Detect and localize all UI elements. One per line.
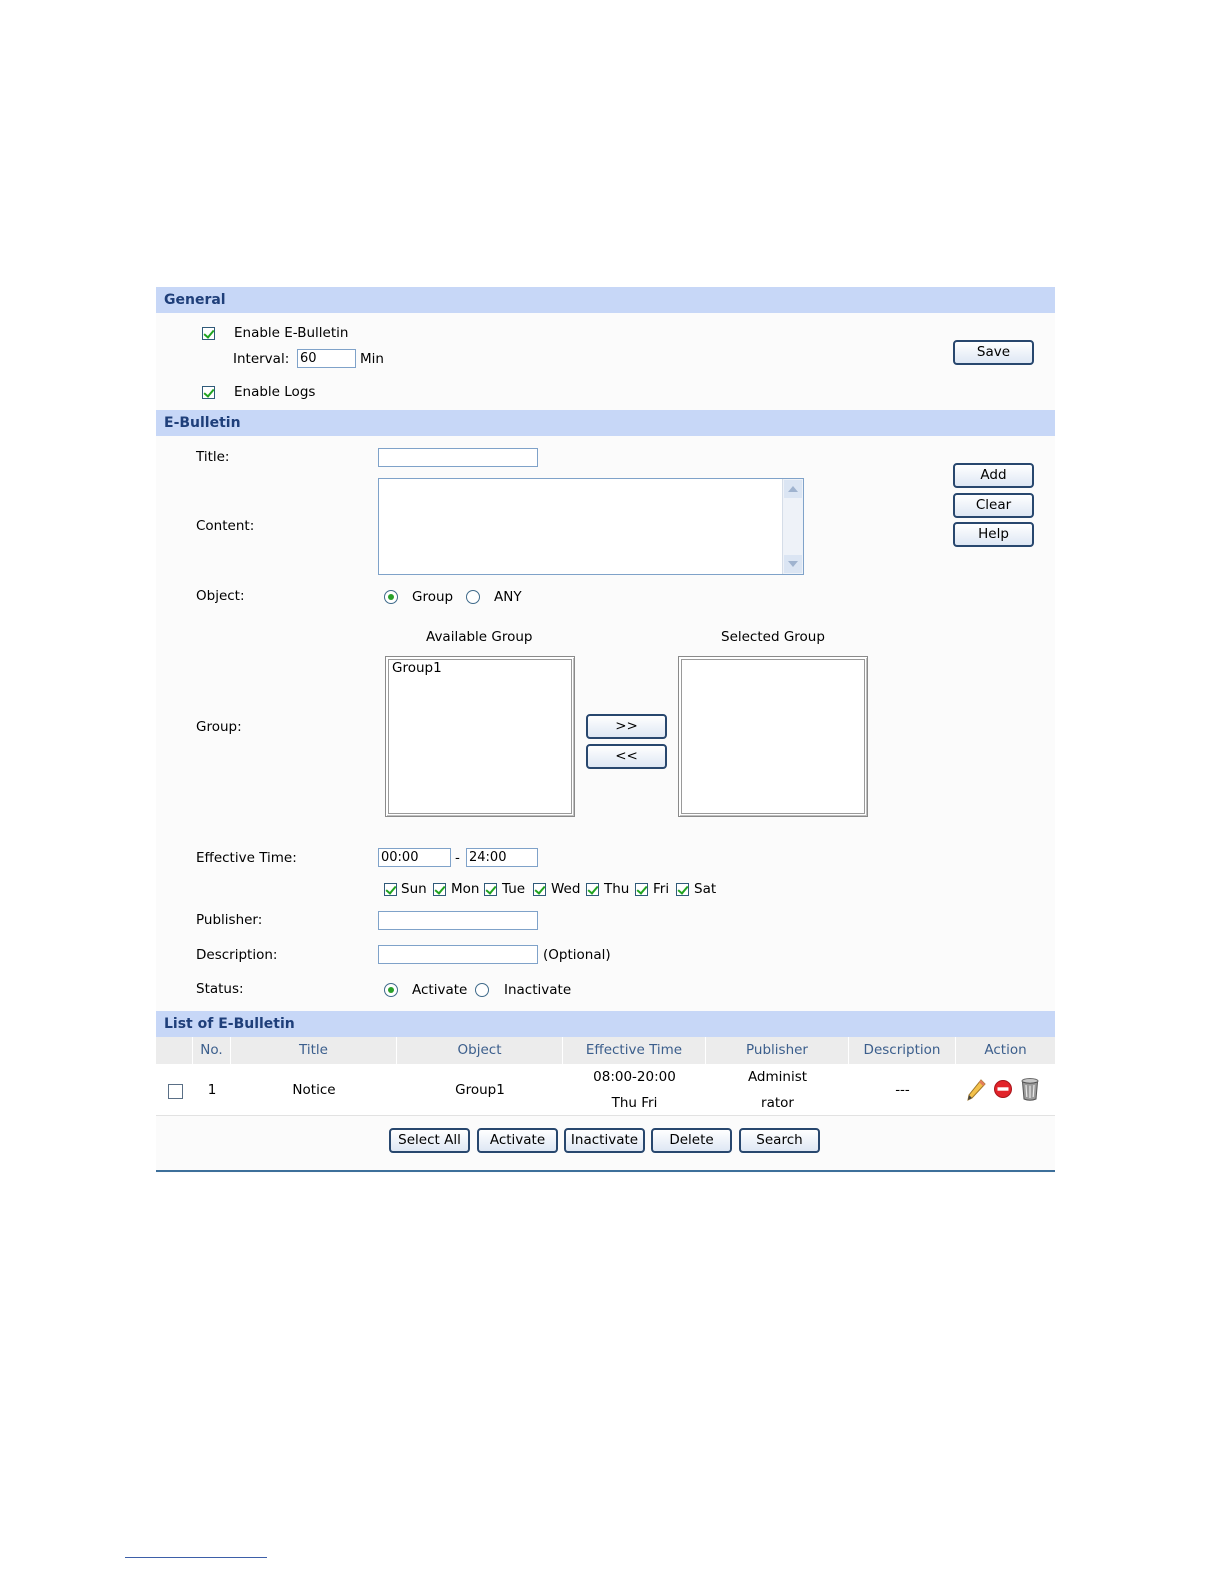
help-button[interactable]: Help (953, 522, 1034, 547)
object-any-label: ANY (494, 589, 522, 605)
clear-button[interactable]: Clear (953, 493, 1034, 518)
group-label: Group: (196, 719, 242, 735)
column-object: Object (397, 1037, 563, 1064)
day-wed-label: Wed (551, 881, 581, 897)
content-label: Content: (196, 518, 255, 534)
object-any-radio[interactable] (466, 590, 480, 604)
day-sat-label: Sat (694, 881, 717, 897)
edit-pencil-icon[interactable] (966, 1078, 988, 1102)
move-right-button[interactable]: >> (586, 714, 667, 739)
disable-icon[interactable] (993, 1079, 1013, 1099)
general-section-header: General (156, 287, 1055, 313)
row-title: Notice (292, 1082, 336, 1098)
scroll-down-icon[interactable] (784, 555, 802, 573)
delete-trash-icon[interactable] (1019, 1076, 1041, 1102)
row-time-days: Thu Fri (611, 1095, 658, 1111)
enable-logs-label: Enable Logs (234, 384, 316, 400)
publisher-input[interactable] (378, 911, 538, 930)
day-sun-checkbox[interactable] (384, 883, 397, 896)
activate-button[interactable]: Activate (477, 1128, 558, 1153)
row-description: --- (895, 1082, 910, 1098)
move-left-button[interactable]: << (586, 744, 667, 769)
column-no: No. (193, 1037, 231, 1064)
effective-time-label: Effective Time: (196, 850, 297, 866)
day-fri-label: Fri (653, 881, 670, 897)
delete-button[interactable]: Delete (651, 1128, 732, 1153)
enable-ebulletin-label: Enable E-Bulletin (234, 325, 349, 341)
search-button[interactable]: Search (739, 1128, 820, 1153)
object-group-radio[interactable] (384, 590, 398, 604)
publisher-label: Publisher: (196, 912, 263, 928)
status-label: Status: (196, 981, 244, 997)
status-activate-label: Activate (412, 982, 468, 998)
footnote-rule (125, 1557, 267, 1558)
e-bulletin-panel: General Enable E-Bulletin Interval: Min … (156, 287, 1055, 1173)
status-inactivate-radio[interactable] (475, 983, 489, 997)
day-thu-checkbox[interactable] (586, 883, 599, 896)
day-tue-checkbox[interactable] (484, 883, 497, 896)
column-description: Description (849, 1037, 956, 1064)
status-activate-radio[interactable] (384, 983, 398, 997)
inactivate-button[interactable]: Inactivate (564, 1128, 645, 1153)
object-label: Object: (196, 588, 245, 604)
column-action: Action (956, 1037, 1055, 1064)
title-input[interactable] (378, 448, 538, 467)
day-sat-checkbox[interactable] (676, 883, 689, 896)
list-section-title: List of E-Bulletin (164, 1016, 295, 1032)
available-group-list[interactable]: Group1 (385, 656, 575, 817)
footer-rule (156, 1170, 1055, 1172)
enable-ebulletin-checkbox[interactable] (202, 327, 215, 340)
available-group-heading: Available Group (426, 629, 533, 645)
column-title: Title (231, 1037, 397, 1064)
interval-unit: Min (360, 351, 384, 367)
row-select-checkbox[interactable] (168, 1084, 183, 1099)
list-item[interactable]: Group1 (392, 660, 442, 677)
selected-group-list[interactable] (678, 656, 868, 817)
time-end-input[interactable] (466, 848, 538, 867)
day-thu-label: Thu (604, 881, 630, 897)
row-no: 1 (207, 1082, 217, 1098)
save-button[interactable]: Save (953, 340, 1034, 365)
table-row: 1 Notice Group1 08:00-20:00 Thu Fri Admi… (156, 1064, 1055, 1116)
interval-input[interactable] (297, 349, 356, 368)
column-publisher: Publisher (706, 1037, 849, 1064)
ebulletin-section-header: E-Bulletin (156, 410, 1055, 436)
select-all-button[interactable]: Select All (389, 1128, 470, 1153)
content-textarea[interactable] (378, 478, 804, 575)
scroll-up-icon[interactable] (784, 480, 802, 498)
general-section-title: General (164, 292, 226, 308)
day-mon-checkbox[interactable] (433, 883, 446, 896)
description-hint: (Optional) (543, 947, 611, 963)
list-section-header: List of E-Bulletin (156, 1011, 1055, 1037)
row-publisher-line2: rator (761, 1095, 794, 1111)
time-separator: - (455, 850, 460, 866)
selected-group-heading: Selected Group (721, 629, 825, 645)
day-sun-label: Sun (401, 881, 427, 897)
description-input[interactable] (378, 945, 538, 964)
interval-label: Interval: (233, 351, 290, 367)
row-object: Group1 (455, 1082, 505, 1098)
description-label: Description: (196, 947, 278, 963)
row-time-range: 08:00-20:00 (593, 1069, 676, 1085)
enable-logs-checkbox[interactable] (202, 386, 215, 399)
object-group-label: Group (412, 589, 454, 605)
content-scrollbar[interactable] (782, 479, 803, 574)
day-tue-label: Tue (502, 881, 526, 897)
column-select (156, 1037, 193, 1064)
day-wed-checkbox[interactable] (533, 883, 546, 896)
time-start-input[interactable] (378, 848, 451, 867)
day-mon-label: Mon (451, 881, 480, 897)
column-effective-time: Effective Time (563, 1037, 706, 1064)
add-button[interactable]: Add (953, 463, 1034, 488)
day-fri-checkbox[interactable] (635, 883, 648, 896)
ebulletin-section-title: E-Bulletin (164, 415, 241, 431)
status-inactivate-label: Inactivate (504, 982, 572, 998)
title-label: Title: (196, 449, 230, 465)
row-publisher-line1: Administ (747, 1069, 808, 1085)
